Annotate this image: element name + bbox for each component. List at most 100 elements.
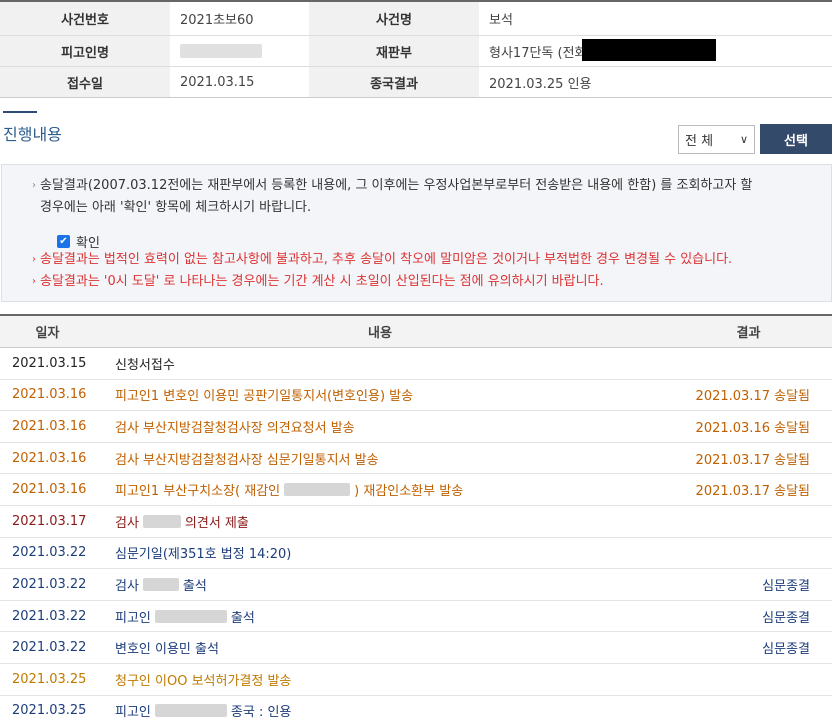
case-number-label: 사건번호 (0, 2, 170, 35)
case-number-value: 2021초보60 (180, 13, 254, 28)
redaction-box (582, 39, 716, 61)
chevron-down-icon: ∨ (739, 133, 748, 146)
bullet-icon: › (32, 276, 36, 287)
row-content-text: 검사 부산지방검찰청검사장 의견요청서 발송 (115, 420, 355, 436)
table-row: 2021.03.17 검사 의견서 제출 (0, 506, 832, 538)
row-content: 피고인 종국 : 인용 (95, 701, 665, 720)
row-result: 2021.03.16 송달됨 (695, 420, 810, 436)
row-content: 신청서접수 (95, 354, 665, 373)
table-row: 2021.03.22 변호인 이용민 출석 심문종결 (0, 632, 832, 664)
row-result: 2021.03.17 송달됨 (695, 452, 810, 468)
row-content: 검사 부산지방검찰청검사장 심문기일통지서 발송 (95, 449, 665, 468)
row-content: 검사 출석 (95, 575, 665, 594)
case-info-table: 사건번호 2021초보60 사건명 보석 피고인명 재판부 형사17단독 (전화… (0, 0, 832, 98)
row-date: 2021.03.16 (12, 387, 87, 403)
section-title: 진행내용 (3, 125, 62, 144)
final-result-value: 2021.03.25 인용 (489, 76, 592, 92)
row-date: 2021.03.25 (12, 703, 87, 719)
final-result-label: 종국결과 (309, 67, 479, 97)
court-label: 재판부 (309, 36, 479, 66)
filter-select[interactable]: 전 체 ∨ (678, 125, 755, 154)
row-content-text: 피고인1 변호인 이용민 공판기일통지서(변호인용) 발송 (115, 389, 414, 405)
row-content-text: 심문기일(제351호 법정 14:20) (115, 547, 292, 563)
bullet-icon: › (32, 254, 36, 265)
row-result: 심문종결 (762, 578, 810, 594)
filing-date-value: 2021.03.15 (180, 74, 255, 90)
table-row: 2021.03.16 피고인1 변호인 이용민 공판기일통지서(변호인용) 발송 2… (0, 380, 832, 412)
redacted-blur (142, 577, 179, 591)
table-row: 2021.03.22 피고인 출석 심문종결 (0, 601, 832, 633)
row-content: 검사 부산지방검찰청검사장 의견요청서 발송 (95, 417, 665, 436)
table-row: 2021.03.15 신청서접수 (0, 348, 832, 380)
warning-text: 송달결과는 법적인 효력이 없는 참고사항에 불과하고, 추후 송달이 착오에 … (40, 252, 733, 267)
row-date: 2021.03.16 (12, 418, 87, 434)
row-date: 2021.03.22 (12, 576, 87, 592)
row-date: 2021.03.22 (12, 545, 87, 561)
notice-line: › 송달결과(2007.03.12전에는 재판부에서 등록한 내용에, 그 이후에… (32, 176, 753, 196)
row-date: 2021.03.16 (12, 450, 87, 466)
redacted-blur (154, 704, 227, 718)
select-button[interactable]: 선택 (760, 124, 832, 154)
row-content-text: 검사 (115, 515, 139, 531)
row-result: 심문종결 (762, 642, 810, 658)
notice-box: › 송달결과(2007.03.12전에는 재판부에서 등록한 내용에, 그 이후에… (1, 164, 832, 302)
row-date: 2021.03.16 (12, 482, 87, 498)
row-content-text: 신청서접수 (115, 357, 175, 373)
notice-line: 경우에는 아래 '확인' 항목에 체크하시기 바랍니다. (40, 198, 311, 218)
info-row: 사건번호 2021초보60 사건명 보석 (0, 2, 832, 36)
table-row: 2021.03.16 검사 부산지방검찰청검사장 심문기일통지서 발송 2021.0… (0, 443, 832, 475)
row-content-text-after: 출석 (230, 610, 255, 626)
case-name-label: 사건명 (309, 2, 479, 35)
row-content: 청구인 이OO 보석허가결정 발송 (95, 670, 665, 689)
warning-line: › 송달결과는 '0시 도달' 로 나타나는 경우에는 기간 계산 시 초일이 산… (32, 272, 604, 292)
section-title-underline (3, 111, 37, 113)
table-header: 일자 내용 결과 (0, 316, 832, 348)
confirm-checkbox[interactable]: ✔ 확인 (57, 232, 100, 251)
notice-text: 경우에는 아래 '확인' 항목에 체크하시기 바랍니다. (40, 200, 312, 215)
row-content-text-after: 출석 (182, 578, 207, 594)
redacted-blur (180, 44, 262, 58)
redacted-blur (142, 514, 181, 528)
checkbox-checked-icon[interactable]: ✔ (57, 235, 70, 248)
row-content-text-after: 의견서 제출 (184, 515, 249, 531)
table-row: 2021.03.22 심문기일(제351호 법정 14:20) (0, 538, 832, 570)
row-content: 피고인1 변호인 이용민 공판기일통지서(변호인용) 발송 (95, 385, 665, 404)
row-result: 2021.03.17 송달됨 (695, 389, 810, 405)
row-result: 2021.03.17 송달됨 (695, 484, 810, 500)
row-content-text-after: ) 재감인소환부 발송 (354, 484, 464, 500)
row-content-text: 피고인 (115, 705, 151, 721)
row-content: 피고인 출석 (95, 607, 665, 626)
row-date: 2021.03.15 (12, 355, 87, 371)
row-date: 2021.03.17 (12, 513, 87, 529)
court-text: 형사17단독 (전화 (489, 45, 587, 61)
defendant-value (170, 36, 309, 66)
row-date: 2021.03.25 (12, 671, 87, 687)
case-name-value: 보석 (489, 13, 513, 28)
header-date: 일자 (35, 326, 60, 341)
court-value: 형사17단독 (전화 (479, 36, 832, 66)
progress-table: 일자 내용 결과 2021.03.15 신청서접수 2021.03.16 피고인1 변… (0, 314, 832, 724)
filing-date-label: 접수일 (0, 67, 170, 97)
row-content-text: 검사 부산지방검찰청검사장 심문기일통지서 발송 (115, 452, 379, 468)
row-content-text: 변호인 이용민 출석 (115, 642, 219, 658)
notice-text: 송달결과(2007.03.12전에는 재판부에서 등록한 내용에, 그 이후에는… (40, 178, 753, 193)
table-row: 2021.03.25 청구인 이OO 보석허가결정 발송 (0, 664, 832, 696)
row-date: 2021.03.22 (12, 608, 87, 624)
row-content-text-after: 종국 : 인용 (230, 705, 292, 721)
header-content: 내용 (368, 326, 392, 341)
row-content: 피고인1 부산구치소장( 재감인) 재감인소환부 발송 (95, 480, 665, 499)
redacted-blur (284, 483, 351, 497)
table-row: 2021.03.22 검사 출석 심문종결 (0, 569, 832, 601)
row-date: 2021.03.22 (12, 640, 87, 656)
table-row: 2021.03.16 검사 부산지방검찰청검사장 의견요청서 발송 2021.03.… (0, 411, 832, 443)
bullet-icon: › (32, 180, 36, 191)
row-content: 검사 의견서 제출 (95, 512, 665, 531)
header-result: 결과 (736, 326, 761, 341)
defendant-label: 피고인명 (0, 36, 170, 66)
table-row: 2021.03.16 피고인1 부산구치소장( 재감인) 재감인소환부 발송 202… (0, 474, 832, 506)
table-row: 2021.03.25 피고인 종국 : 인용 (0, 696, 832, 724)
row-content: 변호인 이용민 출석 (95, 638, 665, 657)
info-row: 피고인명 재판부 형사17단독 (전화 (0, 36, 832, 67)
row-result: 심문종결 (762, 610, 810, 626)
row-content-text: 청구인 이OO 보석허가결정 발송 (115, 673, 292, 689)
